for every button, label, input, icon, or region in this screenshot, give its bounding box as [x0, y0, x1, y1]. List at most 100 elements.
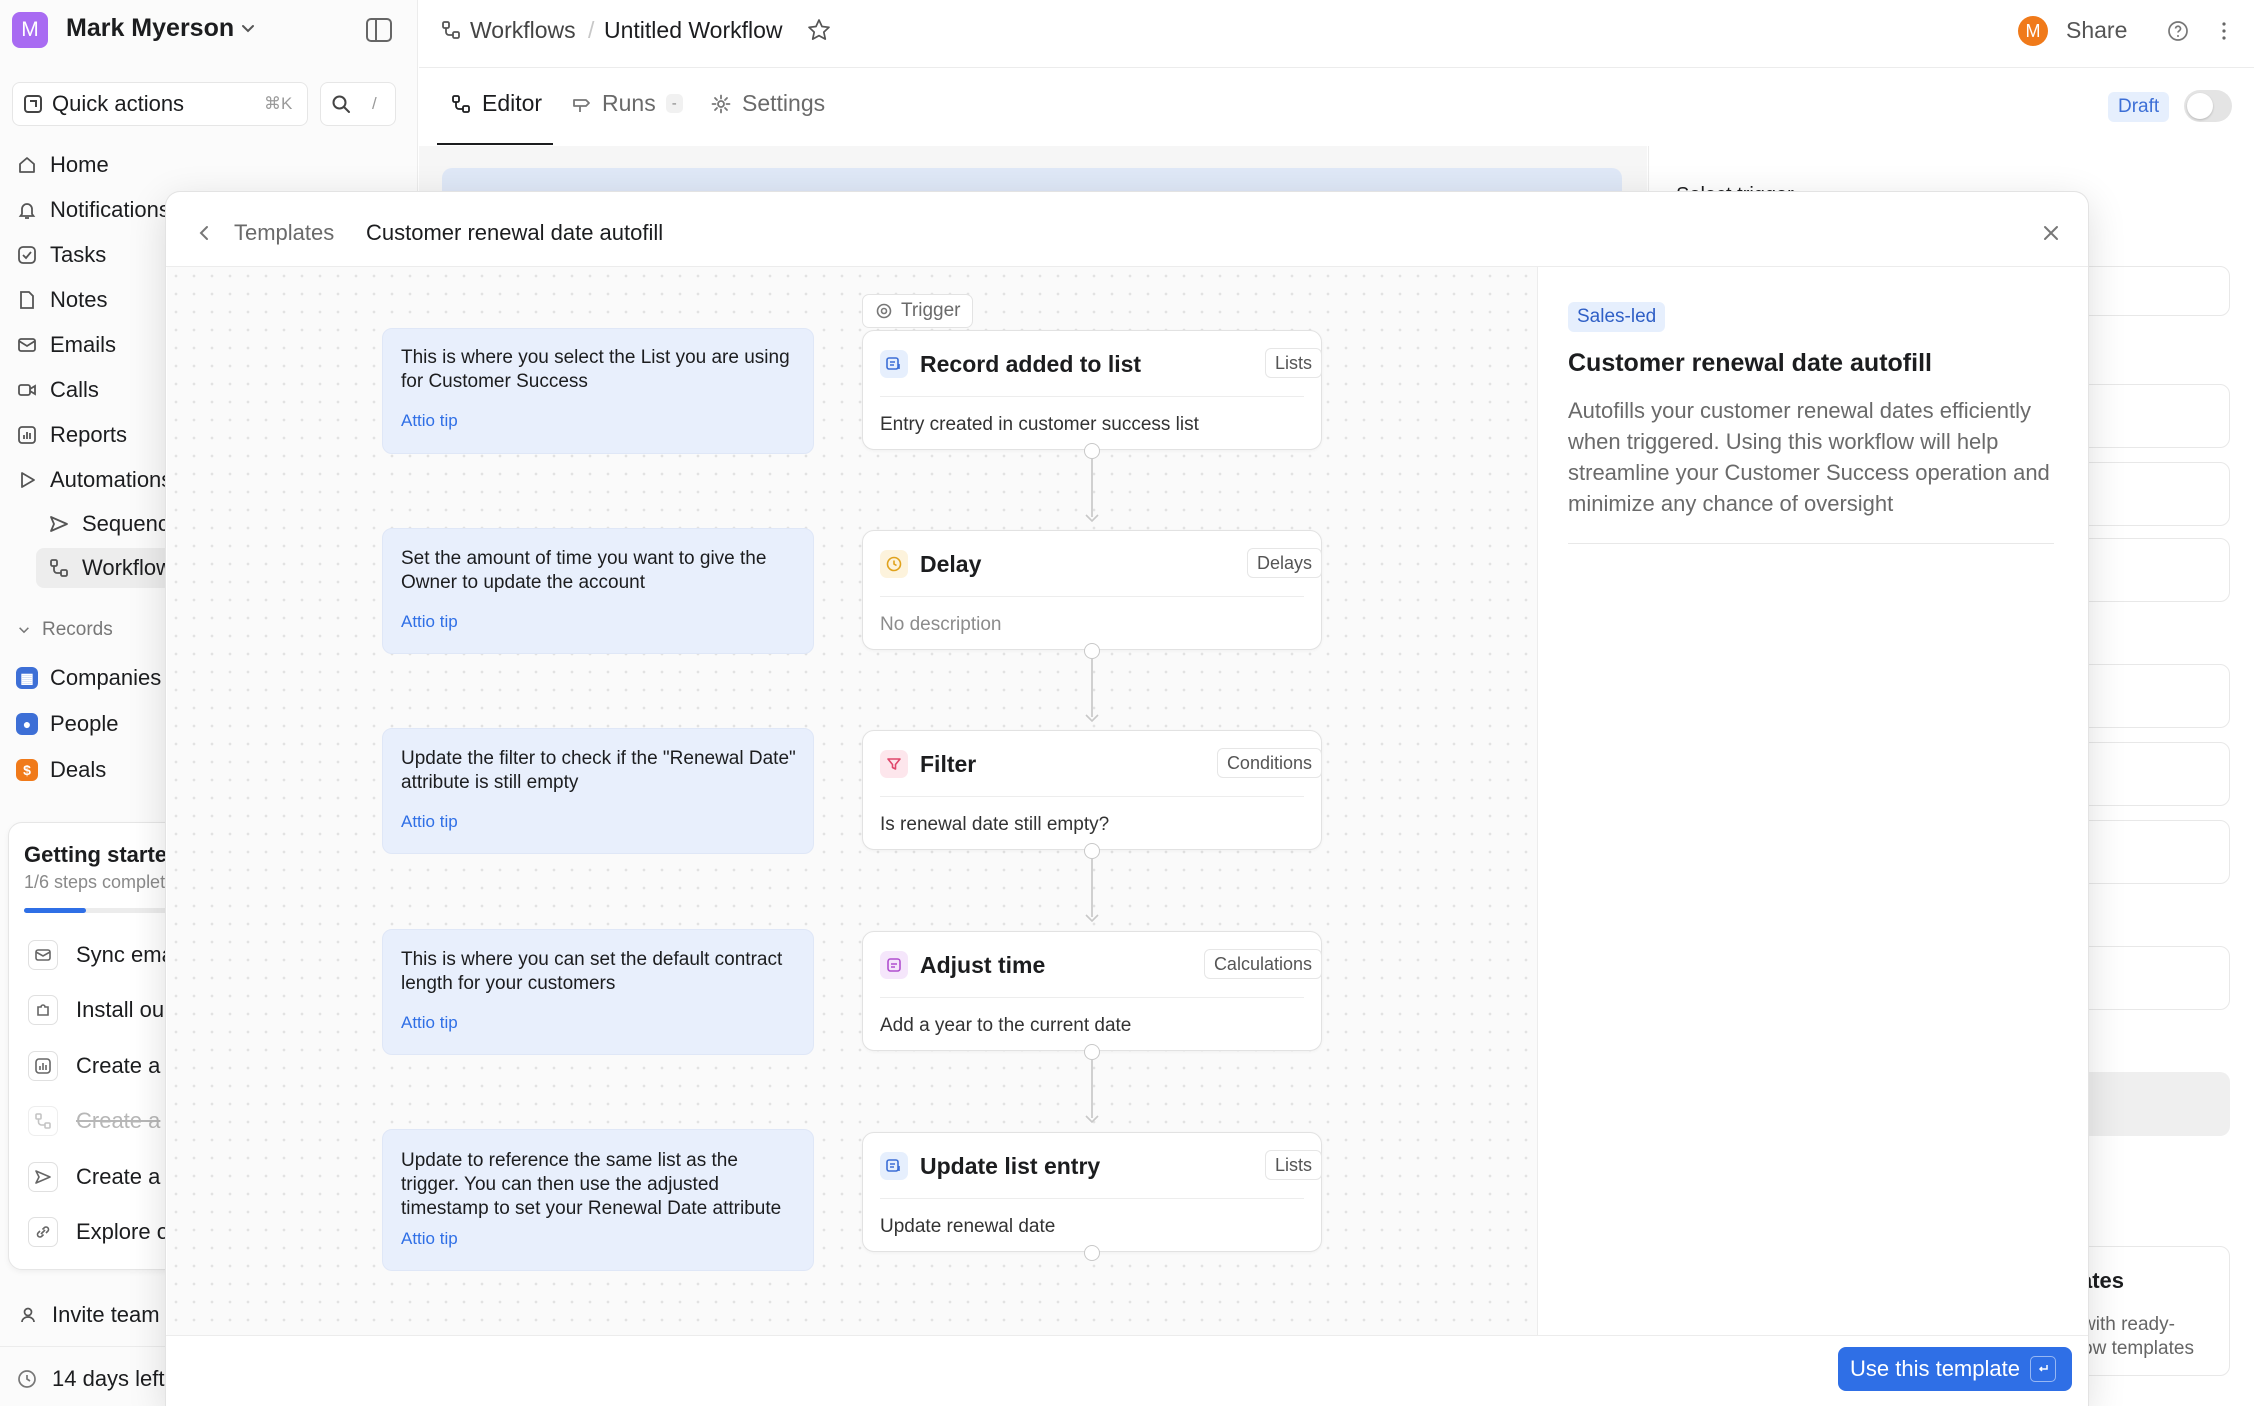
step-description: Is renewal date still empty?: [880, 814, 1110, 835]
sidebar-item-notes[interactable]: Notes: [16, 282, 107, 318]
checklist-item-label: Create a: [76, 1053, 161, 1078]
tab-runs[interactable]: Runs -: [570, 90, 683, 117]
checklist-item[interactable]: Explore o: [28, 1212, 169, 1252]
workspace-name[interactable]: Mark Myerson: [66, 14, 234, 43]
tip-link[interactable]: Attio tip: [401, 612, 458, 632]
deal-icon: $: [16, 759, 38, 781]
trigger-option[interactable]: [2080, 462, 2230, 526]
avatar[interactable]: M: [2018, 16, 2048, 46]
command-icon: [24, 95, 42, 113]
tip-link[interactable]: Attio tip: [401, 812, 458, 832]
divider: [880, 1198, 1304, 1199]
invite-team-button[interactable]: Invite team: [20, 1302, 160, 1328]
checklist-item[interactable]: Install our: [28, 990, 171, 1030]
divider: [0, 1346, 166, 1347]
page-title[interactable]: Untitled Workflow: [604, 17, 783, 44]
records-header-label: Records: [42, 619, 113, 640]
sidebar-item-workflows[interactable]: Workflows: [48, 550, 183, 586]
sidebar-item-companies[interactable]: ▦ Companies: [16, 660, 161, 696]
trial-status[interactable]: 14 days left: [16, 1366, 165, 1392]
trigger-search-input[interactable]: [2080, 266, 2230, 316]
step-description: Add a year to the current date: [880, 1015, 1132, 1036]
breadcrumb-templates[interactable]: Templates: [234, 220, 334, 246]
note-icon: [20, 291, 34, 309]
template-title: Customer renewal date autofill: [1568, 349, 1932, 377]
workflow-icon: [50, 559, 68, 577]
workflow-icon: [452, 94, 470, 113]
trigger-option[interactable]: [2080, 384, 2230, 448]
connector-port[interactable]: [1084, 1245, 1100, 1261]
step-description: No description: [880, 614, 1002, 635]
chart-icon: [18, 426, 36, 444]
search-icon: [332, 95, 350, 113]
trigger-option[interactable]: [2080, 742, 2230, 806]
trigger-option[interactable]: [2080, 538, 2230, 602]
tip-link[interactable]: Attio tip: [401, 411, 458, 431]
breadcrumb-workflows[interactable]: Workflows: [470, 17, 576, 44]
checklist-item[interactable]: Create a: [28, 1046, 160, 1086]
checklist-item[interactable]: Create a: [28, 1157, 160, 1197]
list-icon: [880, 1152, 908, 1180]
quick-actions-shortcut: ⌘K: [264, 94, 293, 113]
sidebar-item-notifications[interactable]: Notifications: [16, 192, 170, 228]
link-icon: [36, 1226, 50, 1238]
tip-link[interactable]: Attio tip: [401, 1013, 458, 1033]
checklist-item-completed[interactable]: Create a: [28, 1101, 160, 1141]
getting-started-title: Getting started: [24, 842, 181, 867]
templates-card-text: ow templates: [2082, 1338, 2194, 1359]
tip-link[interactable]: Attio tip: [401, 1229, 458, 1249]
records-section-header[interactable]: Records: [16, 612, 113, 648]
chevron-down-icon: [19, 627, 29, 634]
sidebar-item-deals[interactable]: $ Deals: [16, 752, 106, 788]
sidebar-item-reports[interactable]: Reports: [16, 417, 127, 453]
connector-port[interactable]: [1084, 843, 1100, 859]
trigger-option[interactable]: [2080, 820, 2230, 884]
trigger-option[interactable]: [2080, 664, 2230, 728]
breadcrumb-separator: /: [588, 17, 595, 43]
trigger-option-highlighted[interactable]: [2080, 1072, 2230, 1136]
use-template-label: Use this template: [1850, 1356, 2020, 1381]
share-button[interactable]: Share: [2066, 17, 2127, 44]
user-plus-icon: [21, 1307, 35, 1323]
arrow-down-icon: [1085, 514, 1099, 523]
tab-editor[interactable]: Editor: [450, 90, 542, 117]
connector-port[interactable]: [1084, 1044, 1100, 1060]
clock-icon: [880, 550, 908, 578]
checkbox-icon: [18, 246, 36, 264]
use-template-button[interactable]: Use this template: [1838, 1347, 2072, 1391]
modal-title: Customer renewal date autofill: [366, 220, 664, 245]
workflow-icon: [442, 21, 460, 39]
divider: [419, 67, 2254, 68]
trial-label: 14 days left: [52, 1366, 165, 1391]
sidebar-item-automations[interactable]: Automations: [16, 462, 172, 498]
puzzle-icon: [37, 1004, 49, 1016]
arrow-down-icon: [1085, 714, 1099, 723]
template-description: Autofills your customer renewal dates ef…: [1568, 398, 2050, 516]
sidebar-toggle-icon[interactable]: [364, 16, 394, 44]
tab-settings[interactable]: Settings: [710, 90, 825, 117]
more-vertical-icon[interactable]: [2212, 19, 2236, 43]
sidebar-item-home[interactable]: Home: [16, 147, 109, 183]
sidebar-item-calls[interactable]: Calls: [16, 372, 99, 408]
help-icon[interactable]: [2166, 19, 2190, 43]
star-icon[interactable]: [806, 17, 832, 43]
connector-port[interactable]: [1084, 443, 1100, 459]
chevron-down-icon[interactable]: [238, 18, 258, 38]
enter-key-icon: [2029, 1356, 2056, 1382]
trigger-option[interactable]: [2080, 946, 2230, 1010]
chevron-left-icon[interactable]: [194, 222, 216, 244]
workspace-avatar[interactable]: M: [12, 12, 48, 48]
checklist-item-label: Create a: [76, 1164, 161, 1189]
step-title: Update list entry: [920, 1153, 1101, 1179]
connector-port[interactable]: [1084, 643, 1100, 659]
sidebar-item-people[interactable]: ● People: [16, 706, 119, 742]
sidebar-item-label: Tasks: [50, 242, 107, 267]
step-title: Filter: [920, 751, 977, 777]
step-description: Entry created in customer success list: [880, 414, 1199, 435]
sidebar-item-emails[interactable]: Emails: [16, 327, 116, 363]
publish-toggle[interactable]: [2184, 90, 2232, 122]
sidebar-item-label: People: [50, 711, 119, 736]
search-shortcut: /: [372, 94, 377, 113]
close-icon[interactable]: [2038, 220, 2064, 246]
sidebar-item-tasks[interactable]: Tasks: [16, 237, 106, 273]
